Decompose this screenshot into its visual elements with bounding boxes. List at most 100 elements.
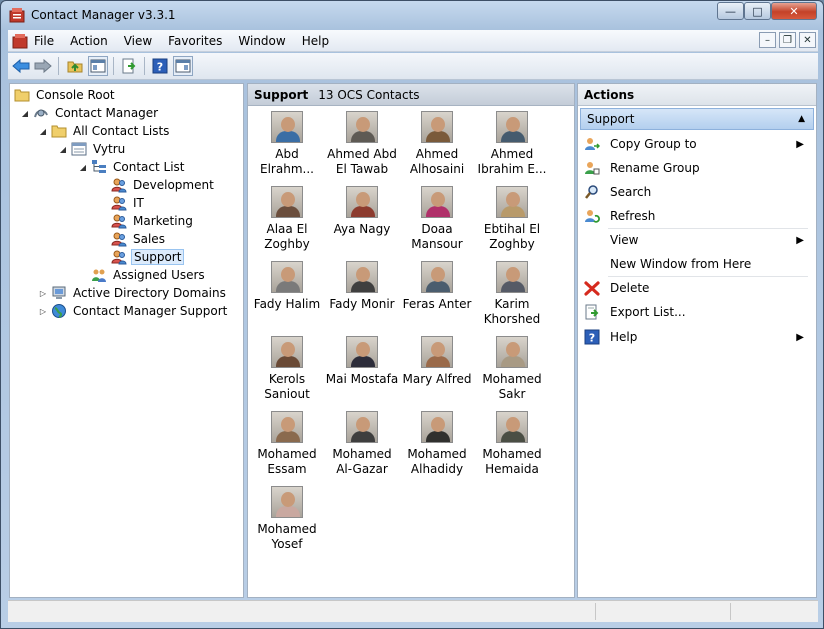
contact-tile[interactable]: Feras Anter: [398, 261, 476, 312]
app-icon: [9, 8, 25, 23]
contact-tile[interactable]: Mohamed Yosef: [248, 486, 326, 552]
contact-name: Mai Mostafa: [325, 372, 399, 386]
contact-tile[interactable]: Ahmed Abd El Tawab: [323, 111, 401, 177]
export-icon: [122, 58, 136, 74]
tree-item-label: Development: [133, 178, 214, 192]
action-help[interactable]: ? Help ▶: [584, 327, 810, 347]
tree-item-vytru[interactable]: ◢ Vytru: [58, 140, 127, 158]
action-refresh[interactable]: Refresh: [584, 206, 810, 226]
contact-name: Mohamed Yosef: [257, 522, 317, 551]
menu-file[interactable]: File: [34, 34, 54, 48]
collapse-arrow-icon[interactable]: ▷: [38, 307, 48, 316]
action-export-list[interactable]: Export List...: [584, 302, 810, 322]
console-icon[interactable]: [12, 33, 28, 49]
action-label: New Window from Here: [610, 257, 752, 271]
tree-item-console-root[interactable]: Console Root: [14, 86, 117, 104]
action-rename-group[interactable]: Rename Group: [584, 158, 810, 178]
toolbar-separator: [144, 57, 145, 75]
show-hide-action-pane-button[interactable]: [173, 56, 193, 76]
contact-name: Alaa El Zoghby: [264, 222, 310, 251]
contact-photo: [346, 111, 378, 143]
tree-item-assigned-users[interactable]: Assigned Users: [78, 266, 207, 284]
contact-name: Mohamed Alhadidy: [407, 447, 467, 476]
menu-help[interactable]: Help: [302, 34, 329, 48]
contact-name: Aya Nagy: [333, 222, 391, 236]
actions-group-header[interactable]: Support ▲: [580, 108, 814, 130]
maximize-button[interactable]: □: [744, 2, 771, 20]
back-button[interactable]: [11, 56, 31, 76]
window-controls: — □ ✕: [717, 2, 817, 20]
collapse-arrow-icon[interactable]: ▷: [38, 289, 48, 298]
contact-tile[interactable]: Mai Mostafa: [323, 336, 401, 387]
forward-button[interactable]: [33, 56, 53, 76]
tree-item-contact-manager-support[interactable]: ▷ Contact Manager Support: [38, 302, 229, 320]
tree-item-active-directory-domains[interactable]: ▷ Active Directory Domains: [38, 284, 228, 302]
action-view[interactable]: View ▶: [584, 230, 810, 250]
domains-icon: [51, 285, 67, 301]
contact-tile[interactable]: Mohamed Sakr: [473, 336, 551, 402]
tree-item-support[interactable]: Support: [98, 248, 185, 266]
expand-arrow-icon[interactable]: ◢: [58, 145, 68, 154]
tree-item-development[interactable]: Development: [98, 176, 216, 194]
contact-tile[interactable]: Kerols Saniout: [248, 336, 326, 402]
collapse-caret-icon[interactable]: ▲: [798, 114, 805, 124]
globe-icon: [51, 303, 67, 319]
menu-action[interactable]: Action: [70, 34, 108, 48]
action-copy-group-to[interactable]: Copy Group to ▶: [584, 134, 810, 154]
contact-tile[interactable]: Mary Alfred: [398, 336, 476, 387]
expand-arrow-icon[interactable]: ◢: [20, 109, 30, 118]
contact-tile[interactable]: Karim Khorshed: [473, 261, 551, 327]
tree-item-label: Support: [131, 249, 185, 265]
tree-item-contact-manager[interactable]: ◢ Contact Manager: [20, 104, 160, 122]
contact-tile[interactable]: Mohamed Al-Gazar: [323, 411, 401, 477]
title-bar: Contact Manager v3.3.1 — □ ✕: [1, 1, 823, 29]
show-hide-tree-button[interactable]: [88, 56, 108, 76]
tree-item-all-contact-lists[interactable]: ◢ All Contact Lists: [38, 122, 171, 140]
contact-tile[interactable]: Fady Monir: [323, 261, 401, 312]
contact-tile[interactable]: Abd Elrahm...: [248, 111, 326, 177]
up-level-button[interactable]: [65, 56, 85, 76]
close-button[interactable]: ✕: [771, 2, 817, 20]
window-title: Contact Manager v3.3.1: [31, 8, 176, 22]
expand-arrow-icon[interactable]: ◢: [38, 127, 48, 136]
contact-tile[interactable]: Ahmed Ibrahim E...: [473, 111, 551, 177]
menu-bar: File Action View Favorites Window Help –…: [8, 30, 818, 52]
contact-tile[interactable]: Mohamed Alhadidy: [398, 411, 476, 477]
contact-name: Mary Alfred: [402, 372, 472, 386]
contact-tile[interactable]: Alaa El Zoghby: [248, 186, 326, 252]
contact-tile[interactable]: Mohamed Essam: [248, 411, 326, 477]
tree-item-marketing[interactable]: Marketing: [98, 212, 195, 230]
menu-favorites[interactable]: Favorites: [168, 34, 222, 48]
help-button[interactable]: ?: [150, 56, 170, 76]
tree-item-it[interactable]: IT: [98, 194, 146, 212]
actions-panel: Actions Support ▲ Copy Group to ▶ Rename G…: [577, 83, 817, 598]
contact-name: Ahmed Abd El Tawab: [327, 147, 397, 176]
menu-view[interactable]: View: [124, 34, 152, 48]
contact-photo: [346, 411, 378, 443]
action-delete[interactable]: Delete: [584, 278, 810, 298]
contact-tile[interactable]: Ebtihal El Zoghby: [473, 186, 551, 252]
contact-tile[interactable]: Mohamed Hemaida: [473, 411, 551, 477]
action-search[interactable]: Search: [584, 182, 810, 202]
child-restore-button[interactable]: ❐: [779, 32, 796, 48]
contact-name: Mohamed Sakr: [482, 372, 542, 401]
tree-item-label: Marketing: [133, 214, 193, 228]
tree-item-sales[interactable]: Sales: [98, 230, 167, 248]
tree-item-label: Contact Manager Support: [73, 304, 228, 318]
tree-item-contact-list[interactable]: ◢ Contact List: [78, 158, 186, 176]
action-new-window-from-here[interactable]: New Window from Here: [584, 254, 810, 274]
tree-list-icon: [91, 159, 107, 175]
contact-tile[interactable]: Fady Halim: [248, 261, 326, 312]
minimize-button[interactable]: —: [717, 2, 744, 20]
child-close-button[interactable]: ✕: [799, 32, 816, 48]
contact-tile[interactable]: Ahmed Alhosaini: [398, 111, 476, 177]
contact-photo: [271, 336, 303, 368]
contact-name: Doaa Mansour: [411, 222, 463, 251]
group-icon: [111, 195, 127, 211]
menu-window[interactable]: Window: [238, 34, 285, 48]
contact-tile[interactable]: Doaa Mansour: [398, 186, 476, 252]
contact-tile[interactable]: Aya Nagy: [323, 186, 401, 237]
expand-arrow-icon[interactable]: ◢: [78, 163, 88, 172]
export-list-button[interactable]: [119, 56, 139, 76]
child-minimize-button[interactable]: –: [759, 32, 776, 48]
